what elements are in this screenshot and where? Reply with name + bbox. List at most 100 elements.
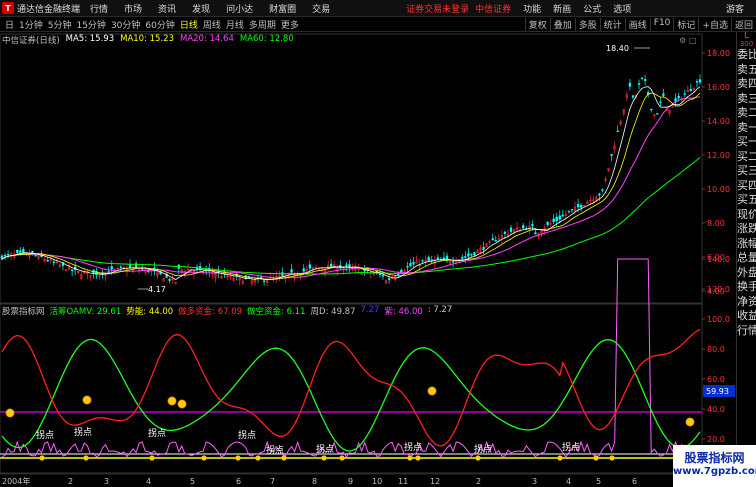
indicator-legend-item: 7.27 bbox=[360, 305, 380, 315]
tool-adjust[interactable]: 复权 bbox=[524, 17, 550, 31]
chart-area[interactable]: 18.0016.0014.0012.0010.008.006.004.00 18… bbox=[0, 32, 736, 487]
signal-dot-icon bbox=[83, 455, 89, 461]
tool-add-watch[interactable]: +自选 bbox=[698, 17, 731, 31]
indicator-legend-item: 周D: 49.87 bbox=[310, 307, 356, 317]
indicator-name[interactable]: 股票指标网 bbox=[2, 305, 45, 317]
period-toolbar: 日 1分钟 5分钟 15分钟 30分钟 60分钟 日线 周线 月线 多周期 更多… bbox=[0, 17, 756, 32]
date-tick-label: 2 bbox=[68, 477, 73, 486]
sidebar-item[interactable]: 涨跌 bbox=[737, 222, 756, 237]
indicator-panel bbox=[0, 303, 703, 474]
tool-f10[interactable]: F10 bbox=[649, 17, 674, 31]
sidebar-item[interactable]: 外盘 bbox=[737, 266, 756, 281]
panel-maximize-icon: □ bbox=[689, 36, 697, 45]
sidebar-item[interactable]: 买四 bbox=[737, 179, 756, 194]
menu-news[interactable]: 资讯 bbox=[158, 2, 176, 15]
date-tick-label: 3 bbox=[532, 477, 537, 486]
date-tick-label: 9 bbox=[348, 477, 353, 486]
turn-point-label: 拐点 bbox=[74, 426, 92, 438]
period-5min[interactable]: 5分钟 bbox=[48, 18, 72, 31]
candle-body bbox=[442, 257, 446, 260]
signal-dot-icon bbox=[557, 455, 563, 461]
candle-body bbox=[381, 275, 385, 277]
candle-body bbox=[427, 256, 430, 261]
low-label: 4.17 bbox=[148, 285, 166, 294]
signal-dot-icon bbox=[593, 455, 599, 461]
sidebar-item[interactable]: 买五 bbox=[737, 193, 756, 208]
tool-mark[interactable]: 标记 bbox=[673, 17, 698, 31]
sidebar-item[interactable]: 买二 bbox=[737, 150, 756, 165]
indicator-tick-label: 100.0 bbox=[707, 315, 730, 324]
date-tick-label: 2004年 bbox=[2, 476, 30, 486]
menu-market[interactable]: 市场 bbox=[124, 2, 142, 15]
sidebar-item[interactable]: 买一 bbox=[737, 135, 756, 150]
menu-formula[interactable]: 公式 bbox=[583, 2, 601, 15]
price-tick-label: 12.00 bbox=[707, 151, 730, 160]
sidebar-item[interactable]: 换手 bbox=[737, 280, 756, 295]
menu-new-draw[interactable]: 新画 bbox=[553, 2, 571, 15]
menu-trade[interactable]: 交易 bbox=[312, 2, 330, 15]
sidebar-item[interactable]: 卖五 bbox=[737, 63, 756, 78]
candle-body bbox=[576, 203, 580, 208]
sidebar-item[interactable]: 买三 bbox=[737, 164, 756, 179]
menu-functions[interactable]: 功能 bbox=[523, 2, 541, 15]
candle-body bbox=[141, 268, 144, 270]
candle-body bbox=[445, 255, 449, 260]
indicator-legend-item: 做空资金: 6.11 bbox=[247, 307, 306, 317]
tool-stats[interactable]: 统计 bbox=[599, 17, 625, 31]
candle-body bbox=[598, 193, 601, 196]
candle-body bbox=[509, 227, 513, 232]
menu-quotes[interactable]: 行情 bbox=[90, 2, 108, 15]
candle-body bbox=[640, 77, 644, 79]
sidebar-item[interactable]: 收益 bbox=[737, 309, 756, 324]
turn-point-label: 拐点 bbox=[474, 443, 492, 455]
tool-overlay[interactable]: 叠加 bbox=[549, 17, 575, 31]
menu-wealth[interactable]: 财富圈 bbox=[269, 2, 296, 15]
sidebar-item[interactable]: 卖三 bbox=[737, 92, 756, 107]
period-daily[interactable]: 日线 bbox=[180, 18, 198, 31]
candle-body bbox=[46, 260, 49, 262]
period-monthly[interactable]: 月线 bbox=[226, 18, 244, 31]
sidebar-item[interactable]: 总量 bbox=[737, 251, 756, 266]
candle-body bbox=[52, 261, 55, 263]
menu-options[interactable]: 选项 bbox=[613, 2, 631, 15]
panel-settings-icon: ⚙ bbox=[679, 36, 686, 45]
sidebar-item[interactable]: 卖二 bbox=[737, 106, 756, 121]
period-weekly[interactable]: 周线 bbox=[203, 18, 221, 31]
price-tick-label: 18.00 bbox=[707, 49, 730, 58]
menu-discover[interactable]: 发现 bbox=[192, 2, 210, 15]
smile-marker-icon bbox=[427, 386, 437, 396]
menu-ask[interactable]: 问小达 bbox=[226, 2, 253, 15]
tool-multi-stock[interactable]: 多股 bbox=[574, 17, 600, 31]
tool-back[interactable]: 返回 bbox=[730, 17, 756, 31]
ma20-legend: MA20: 14.64 bbox=[179, 34, 234, 44]
signal-dot-icon bbox=[235, 455, 241, 461]
sidebar-item[interactable]: 行情 bbox=[737, 324, 756, 339]
sidebar-item[interactable]: 卖四 bbox=[737, 77, 756, 92]
candle-body bbox=[3, 254, 7, 257]
period-multi[interactable]: 多周期 bbox=[249, 18, 276, 31]
broker-name[interactable]: 中信证券 bbox=[475, 2, 511, 15]
candle-body bbox=[503, 231, 507, 234]
period-30min[interactable]: 30分钟 bbox=[111, 18, 140, 31]
sidebar-item[interactable]: 委比 bbox=[737, 48, 756, 63]
price-tick-label: 14.00 bbox=[707, 117, 730, 126]
period-1min[interactable]: 1分钟 bbox=[19, 18, 43, 31]
sidebar-item[interactable]: 卖一 bbox=[737, 121, 756, 136]
sidebar-item[interactable]: 净资 bbox=[737, 295, 756, 310]
candle-body bbox=[330, 263, 333, 268]
signal-dot-icon bbox=[149, 455, 155, 461]
period-15min[interactable]: 15分钟 bbox=[76, 18, 105, 31]
sidebar-item[interactable]: 现价 bbox=[737, 208, 756, 223]
tool-draw-line[interactable]: 画线 bbox=[624, 17, 650, 31]
candle-body bbox=[436, 257, 440, 260]
user-guest[interactable]: 游客 bbox=[726, 2, 744, 15]
price-tick-label: 10.00 bbox=[707, 185, 730, 194]
period-day-short[interactable]: 日 bbox=[5, 18, 14, 31]
smile-marker-icon bbox=[685, 417, 695, 427]
login-status[interactable]: 证券交易未登录 bbox=[406, 2, 469, 15]
sidebar-item[interactable]: 涨幅 bbox=[737, 237, 756, 252]
candle-body bbox=[643, 79, 647, 81]
signal-dot-icon bbox=[407, 455, 413, 461]
period-60min[interactable]: 60分钟 bbox=[145, 18, 174, 31]
period-more[interactable]: 更多 bbox=[281, 18, 299, 31]
